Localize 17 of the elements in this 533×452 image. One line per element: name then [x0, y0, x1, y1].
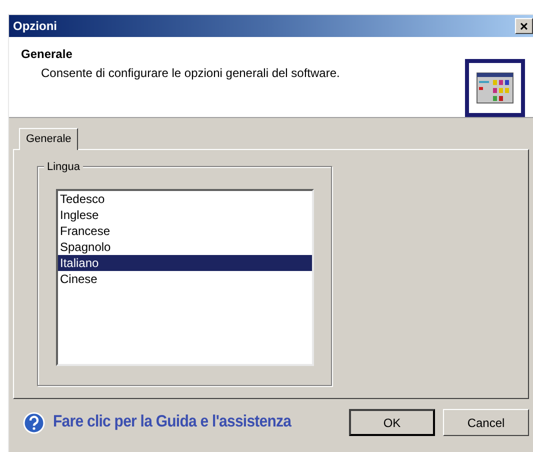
help-link[interactable]: Fare clic per la Guida e l'assistenza: [53, 410, 292, 435]
window-title: Opzioni: [13, 18, 57, 35]
help-icon[interactable]: [23, 412, 45, 434]
close-button[interactable]: ×: [515, 18, 533, 34]
language-item[interactable]: Tedesco: [58, 191, 312, 207]
tab[interactable]: Generale: [19, 128, 78, 150]
header-title: Generale: [21, 46, 74, 63]
ok-button[interactable]: OK: [349, 409, 435, 436]
language-item[interactable]: Spagnolo: [58, 239, 312, 255]
language-item[interactable]: Inglese: [58, 207, 312, 223]
language-item[interactable]: Italiano: [58, 255, 312, 271]
cancel-button[interactable]: Cancel: [443, 409, 529, 436]
header-description: Consente di configurare le opzioni generali del software.: [41, 65, 340, 82]
group-label: Lingua: [44, 159, 84, 176]
language-list[interactable]: Tedesco Inglese Francese Spagnolo Italiano Cinese: [56, 189, 314, 366]
language-item[interactable]: Cinese: [58, 271, 312, 287]
language-item[interactable]: Francese: [58, 223, 312, 239]
